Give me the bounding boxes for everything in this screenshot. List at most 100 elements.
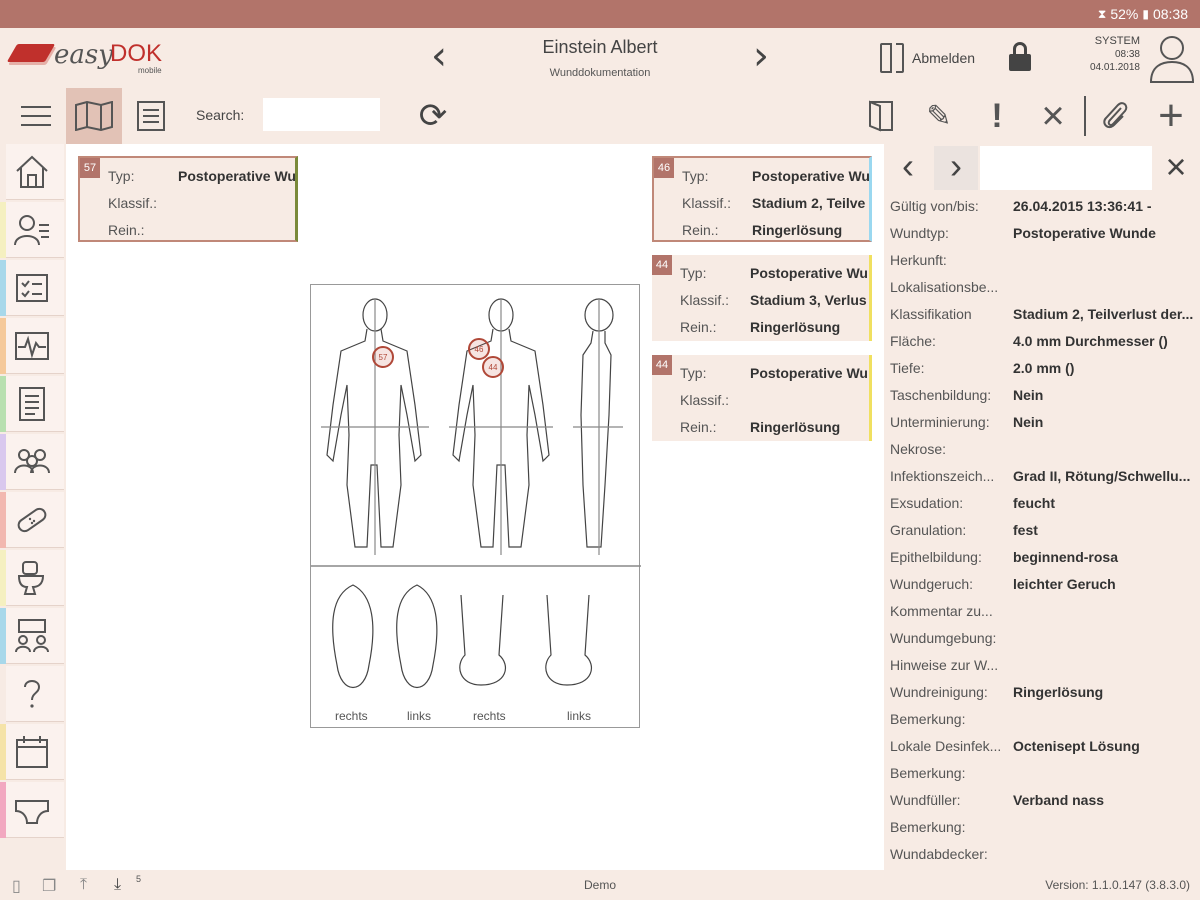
- wound-card[interactable]: 44 Typ: Postoperative Wu Klassif.: Rein.: Rin…: [652, 355, 872, 441]
- svg-text:57: 57: [379, 353, 388, 362]
- detail-row: Fläche: 4.0 mm Durchmesser (): [890, 333, 1196, 360]
- sidebar-color-strip: [0, 376, 6, 432]
- organization-icon: [15, 618, 49, 652]
- sidebar-item-checklist[interactable]: [0, 260, 64, 316]
- detail-row: Taschenbildung: Nein: [890, 387, 1196, 414]
- body-chart[interactable]: 57 46 44 rechts links rechts links: [310, 284, 641, 728]
- detail-key: Gültig von/bis:: [890, 198, 979, 214]
- user-date: 04.01.2018: [1089, 62, 1140, 73]
- list-view-button[interactable]: [124, 88, 178, 144]
- download-icon[interactable]: ⤓: [114, 876, 121, 894]
- detail-key: Infektionszeich...: [890, 468, 995, 484]
- wound-card[interactable]: 46 Typ: Postoperative Wu Klassif.: Stadium 2…: [652, 156, 872, 242]
- alert-button[interactable]: !: [974, 88, 1020, 144]
- clock: 08:38: [1152, 6, 1188, 22]
- detail-row: Lokalisationsbe...: [890, 279, 1196, 306]
- sidebar-item-home[interactable]: [0, 144, 64, 200]
- detail-row: Bemerkung:: [890, 819, 1196, 846]
- sidebar-item-toilet[interactable]: [0, 550, 64, 606]
- detail-key: Wundtyp:: [890, 225, 949, 241]
- detail-row: Granulation: fest: [890, 522, 1196, 549]
- detail-value: beginnend-rosa: [1013, 549, 1119, 565]
- wound-card-label: Typ:: [680, 365, 707, 381]
- attach-button[interactable]: [1092, 88, 1138, 144]
- battery-level: 52%: [1110, 6, 1139, 22]
- detail-key: Fläche:: [890, 333, 936, 349]
- battery-icon: ▮: [1142, 7, 1149, 21]
- wound-card-value: Postoperative Wu: [750, 265, 868, 281]
- logout-door-icon: [880, 43, 904, 73]
- detail-row: Wundtyp: Postoperative Wunde: [890, 225, 1196, 252]
- sidebar-item-document[interactable]: [0, 376, 64, 432]
- sidebar-item-help[interactable]: [0, 666, 64, 722]
- refresh-icon: ⟳: [418, 97, 448, 135]
- wound-card-label: Rein.:: [108, 222, 145, 238]
- detail-key: Wundreinigung:: [890, 684, 988, 700]
- sidebar-color-strip: [0, 550, 6, 606]
- pencil-icon: ✎: [926, 99, 952, 133]
- wound-number-badge: 44: [652, 255, 672, 275]
- wound-card-label: Rein.:: [680, 419, 717, 435]
- add-button[interactable]: +: [1148, 88, 1194, 144]
- detail-next-button[interactable]: ›: [934, 146, 978, 190]
- sidebar-item-vital-signs[interactable]: [0, 318, 64, 374]
- book-icon: [869, 100, 893, 132]
- detail-key: Bemerkung:: [890, 765, 966, 781]
- sidebar-item-calendar[interactable]: [0, 724, 64, 780]
- logo-text-mobile: mobile: [138, 66, 162, 75]
- sidebar-item-group[interactable]: [0, 434, 64, 490]
- logo-mark: [6, 44, 56, 62]
- detail-search-input[interactable]: [980, 146, 1152, 190]
- upload-icon[interactable]: ⤒: [80, 876, 87, 894]
- detail-row: Wundabdecker:: [890, 846, 1196, 873]
- sidebar-color-strip: [0, 260, 6, 316]
- detail-value: Stadium 2, Teilverlust der...: [1013, 306, 1194, 322]
- logout-button[interactable]: Abmelden: [880, 42, 975, 74]
- edit-button[interactable]: ✎: [916, 88, 962, 144]
- foot-label-left-sole: links: [407, 709, 432, 723]
- detail-key: Wundfüller:: [890, 792, 961, 808]
- detail-previous-button[interactable]: ‹: [888, 146, 928, 190]
- foot-label-left-top: links: [567, 709, 592, 723]
- user-time: 08:38: [1114, 49, 1140, 60]
- lock-icon[interactable]: [1008, 42, 1032, 72]
- wound-marker[interactable]: 57: [372, 346, 394, 368]
- hourglass-icon: ⧗: [1097, 6, 1107, 21]
- wound-number-badge: 57: [80, 158, 100, 178]
- menu-button[interactable]: [8, 88, 64, 144]
- detail-key: Unterminierung:: [890, 414, 990, 430]
- search-input[interactable]: [263, 98, 380, 131]
- environment-label: Demo: [584, 878, 617, 892]
- avatar[interactable]: [1148, 32, 1196, 84]
- open-book-button[interactable]: [858, 88, 904, 144]
- wound-card[interactable]: 44 Typ: Postoperative Wu Klassif.: Stadium 3…: [652, 255, 872, 341]
- sidebar-item-diaper[interactable]: [0, 782, 64, 838]
- sidebar-item-patient-list[interactable]: [0, 202, 64, 258]
- wound-marker[interactable]: 44: [482, 356, 504, 378]
- wound-card[interactable]: 57 Typ: Postoperative Wu Klassif.: Rein.:: [78, 156, 298, 242]
- detail-value: Nein: [1013, 387, 1044, 403]
- body-view-button[interactable]: [66, 88, 122, 144]
- diaper-icon: [15, 799, 49, 824]
- wound-marker[interactable]: 46: [468, 338, 490, 360]
- sidebar-item-organization[interactable]: [0, 608, 64, 664]
- previous-patient-button[interactable]: ‹: [422, 36, 456, 80]
- logo-text-dok: DOK: [110, 40, 163, 67]
- detail-row: Wundgeruch: leichter Geruch: [890, 576, 1196, 603]
- patient-name: Einstein Albert: [542, 37, 658, 57]
- detail-navigation: ‹ › ×: [884, 144, 1200, 192]
- search-label: Search:: [196, 107, 245, 123]
- wound-number-badge: 46: [654, 158, 674, 178]
- sidebar-color-strip: [0, 318, 6, 374]
- plus-icon: +: [1158, 91, 1184, 140]
- detail-key: Lokalisationsbe...: [890, 279, 999, 295]
- next-patient-button[interactable]: ›: [744, 36, 778, 80]
- sidebar-item-bandage[interactable]: [0, 492, 64, 548]
- group-icon: [14, 448, 50, 473]
- refresh-button[interactable]: ⟳: [408, 88, 458, 144]
- map-icon: [75, 101, 113, 131]
- detail-close-button[interactable]: ×: [1156, 146, 1196, 190]
- detail-key: Epithelbildung:: [890, 549, 982, 565]
- delete-button[interactable]: ×: [1030, 88, 1076, 144]
- sidebar-color-strip: [0, 492, 6, 548]
